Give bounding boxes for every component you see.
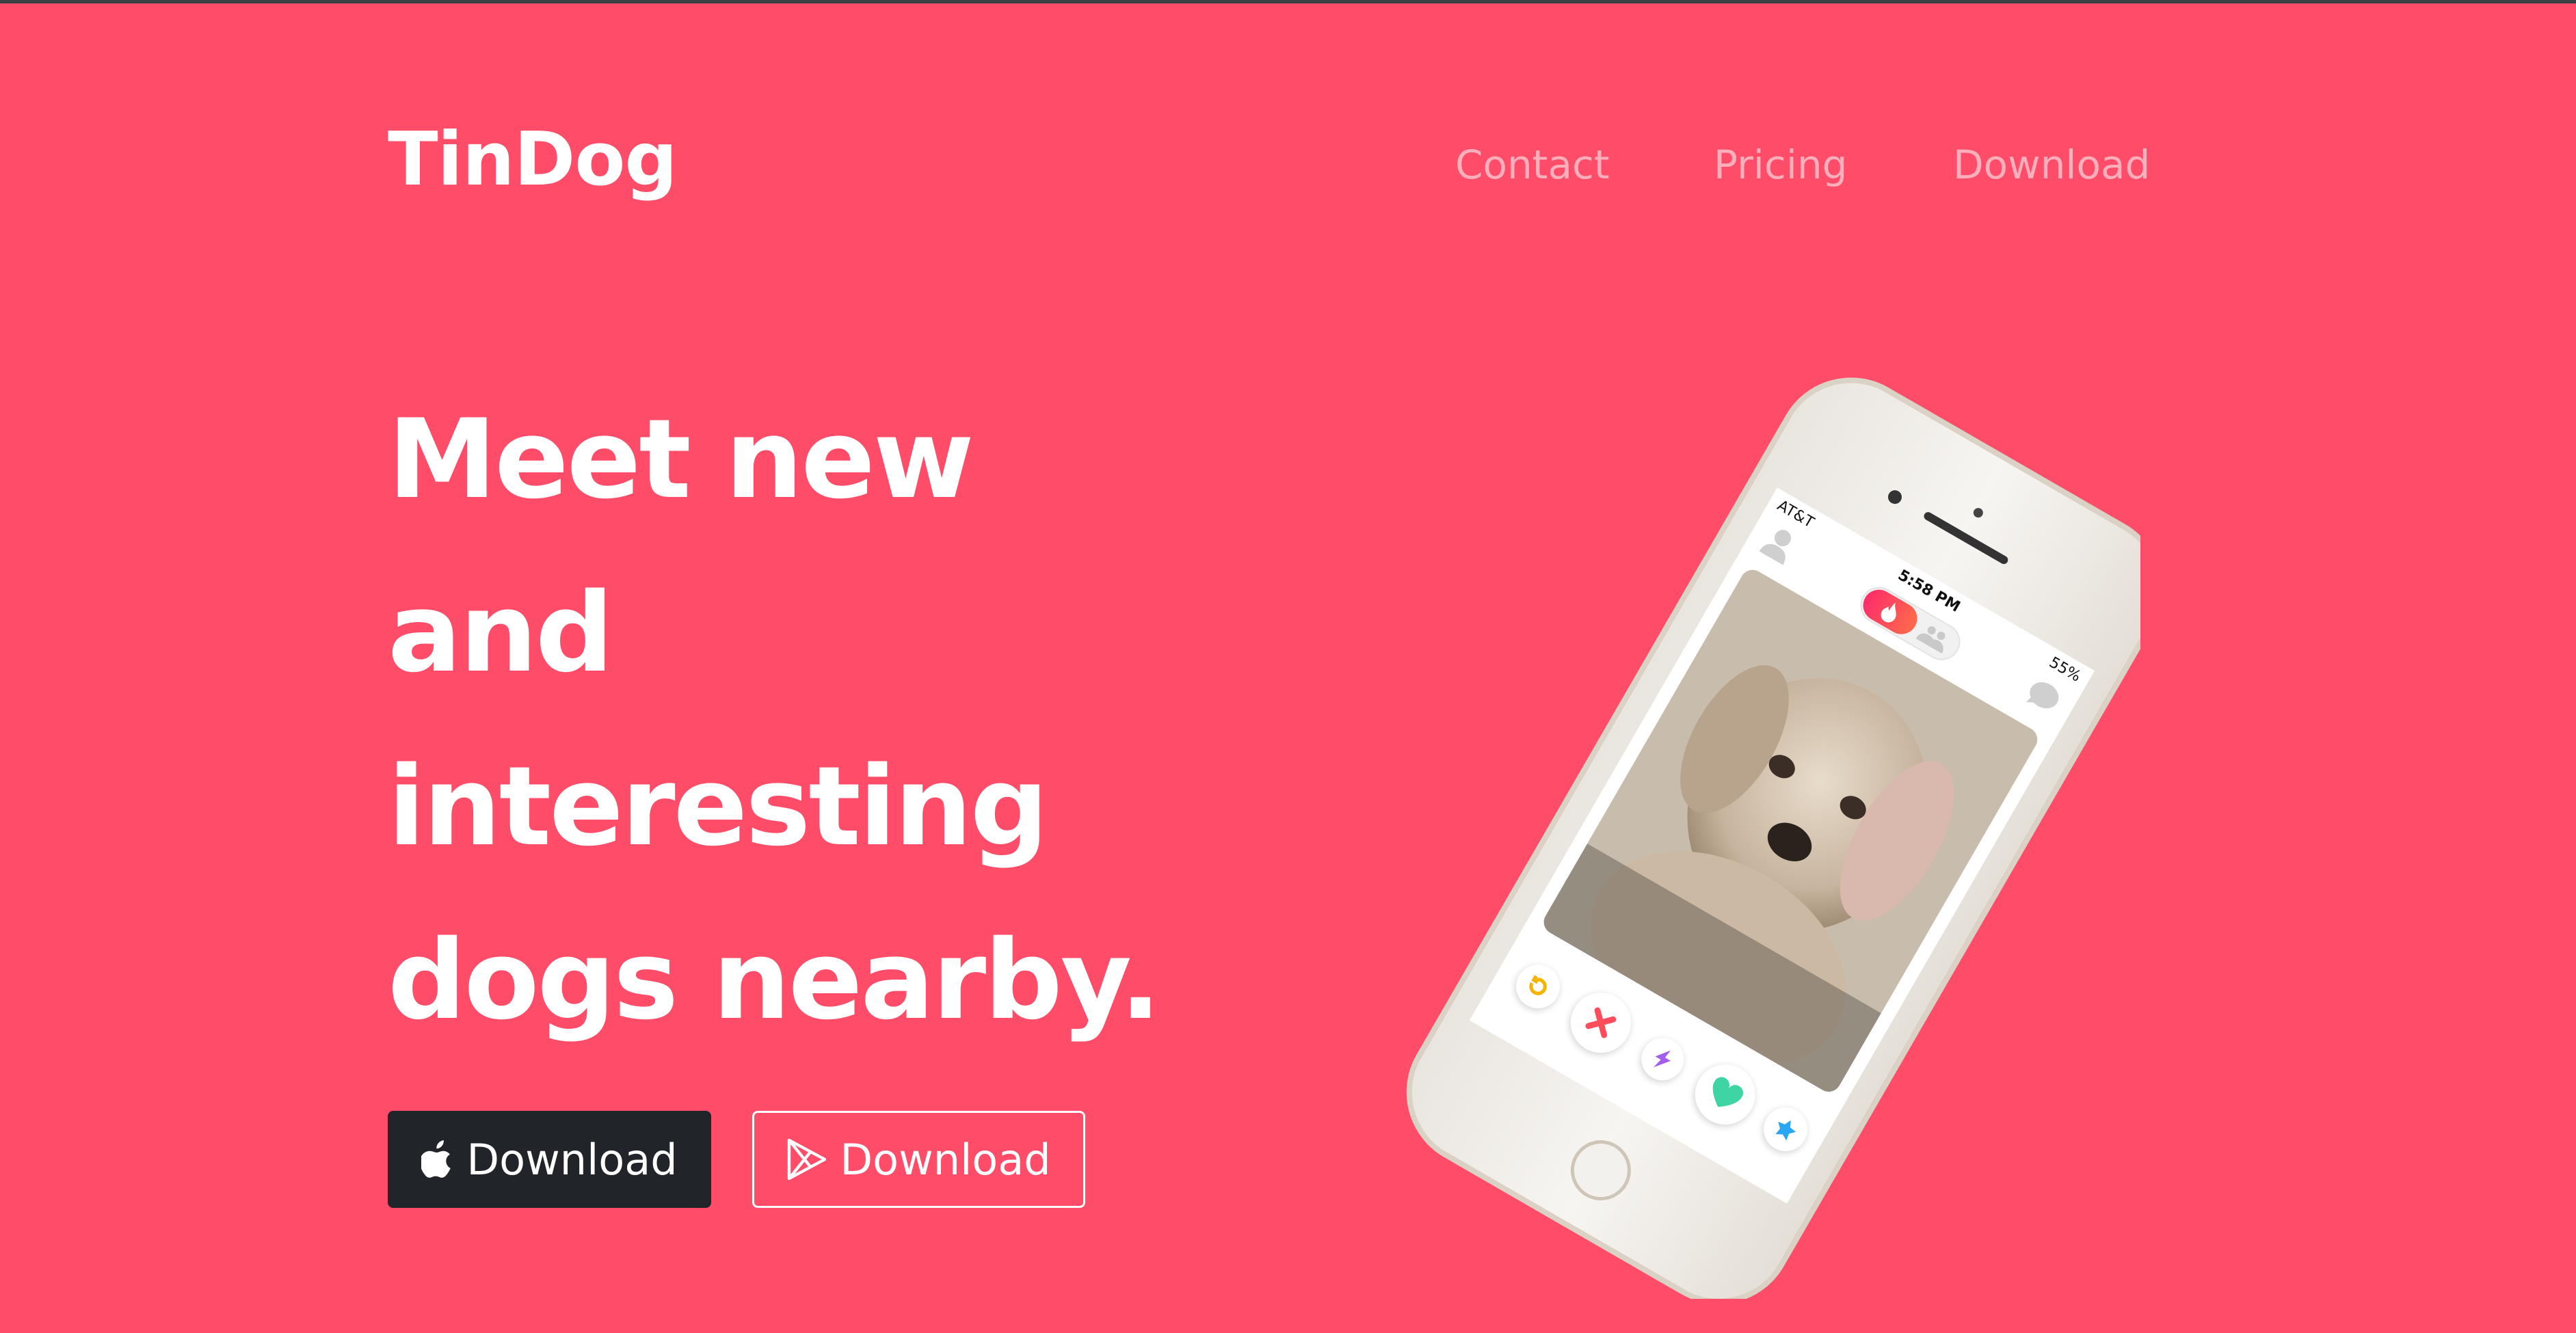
- rewind-icon[interactable]: [1508, 956, 1568, 1016]
- like-icon[interactable]: [1684, 1053, 1766, 1136]
- nav-contact-link[interactable]: Contact: [1455, 145, 1610, 193]
- home-button: [1559, 1129, 1643, 1212]
- hero-title-line: and: [388, 569, 613, 697]
- phone-screen: AT&T 5:58 PM 55%: [1469, 487, 2095, 1204]
- nav-download-link[interactable]: Download: [1953, 145, 2150, 193]
- brand-logo[interactable]: TinDog: [388, 123, 678, 197]
- nav-pricing-link[interactable]: Pricing: [1714, 145, 1848, 193]
- hero-title-line: interesting: [388, 742, 1048, 870]
- boost-icon[interactable]: [1633, 1030, 1692, 1088]
- nope-icon[interactable]: [1559, 981, 1643, 1064]
- phone-mockup: AT&T 5:58 PM 55%: [1388, 355, 2140, 1299]
- google-play-download-button[interactable]: Download: [752, 1111, 1085, 1208]
- google-play-download-label: Download: [840, 1134, 1051, 1185]
- phone-camera: [1885, 487, 1904, 507]
- hero-title-line: Meet new: [388, 395, 974, 523]
- hero-title: Meet new and interesting dogs nearby.: [388, 373, 1161, 1067]
- groups-icon: [1914, 621, 1952, 656]
- hero-title-line: dogs nearby.: [388, 916, 1161, 1044]
- apple-icon: [421, 1140, 454, 1179]
- google-play-icon: [786, 1137, 827, 1181]
- top-border: [0, 0, 2576, 3]
- super-like-icon[interactable]: [1755, 1099, 1816, 1159]
- apple-download-label: Download: [466, 1134, 678, 1185]
- phone-sensor: [1971, 506, 1985, 520]
- chat-icon[interactable]: [2022, 677, 2064, 719]
- phone-speaker: [1922, 510, 2010, 566]
- profile-icon[interactable]: [1757, 523, 1799, 568]
- iphone-frame: AT&T 5:58 PM 55%: [1388, 355, 2140, 1299]
- apple-download-button[interactable]: Download: [388, 1111, 711, 1208]
